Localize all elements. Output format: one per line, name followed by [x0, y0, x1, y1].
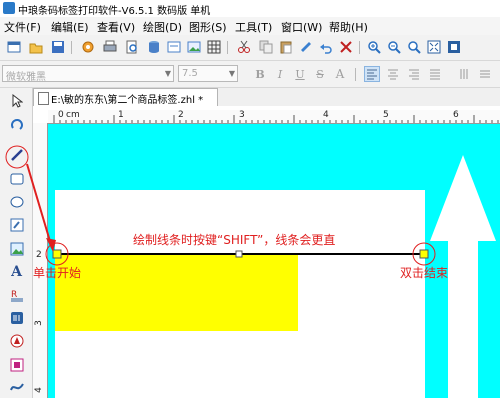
align-right-icon[interactable]	[406, 66, 422, 82]
open-folder-icon[interactable]	[28, 39, 44, 55]
menu-tools[interactable]: 工具(T)	[235, 19, 272, 35]
end-hint-annotation: 双击结束	[400, 266, 449, 280]
ruler-ticks	[53, 115, 499, 123]
zoom-actual-icon[interactable]	[406, 39, 422, 55]
zoom-out-icon[interactable]	[386, 39, 402, 55]
font-size-value: 7.5	[182, 68, 198, 79]
align-left-icon[interactable]	[364, 66, 380, 82]
format-toolbar: 微软雅黑 ▼ 7.5 ▼ B I U S A	[0, 61, 500, 88]
vertical-text-icon[interactable]	[456, 66, 472, 82]
text-tool-icon[interactable]: A	[8, 263, 25, 280]
instruction-annotation: 绘制线条时按键“SHIFT”，线条会更直	[133, 233, 336, 247]
picture-tool-icon[interactable]	[8, 240, 25, 257]
delete-icon[interactable]	[338, 39, 354, 55]
ellipse-tool-icon[interactable]	[8, 193, 25, 210]
font-name-select[interactable]: 微软雅黑 ▼	[2, 65, 174, 83]
window-title: 中琅条码标签打印软件-V6.5.1 数码版 单机	[18, 6, 211, 17]
fit-width-icon[interactable]	[446, 39, 462, 55]
copy-icon[interactable]	[258, 39, 274, 55]
start-hint-annotation: 单击开始	[33, 266, 82, 280]
rectangle-tool-icon[interactable]	[8, 170, 25, 187]
ruler-vertical: 2 3 4	[33, 123, 48, 398]
ruler-tick-label: 3	[33, 320, 44, 326]
document-tab-title: E:\敏的东东\第二个商品标签.zhl *	[51, 95, 204, 106]
qrcode-tool-icon[interactable]	[8, 332, 25, 349]
print-preview-icon[interactable]	[124, 39, 140, 55]
database-icon[interactable]	[146, 39, 162, 55]
app-logo-icon	[3, 2, 15, 14]
grid-icon[interactable]	[206, 39, 222, 55]
save-icon[interactable]	[50, 39, 66, 55]
undo-icon[interactable]	[318, 39, 334, 55]
font-size-select[interactable]: 7.5 ▼	[178, 65, 238, 82]
font-name-value: 微软雅黑	[6, 72, 46, 83]
settings-gear-icon[interactable]	[80, 39, 96, 55]
align-justify-icon[interactable]	[427, 66, 443, 82]
menu-help[interactable]: 帮助(H)	[329, 19, 368, 35]
drawing-toolbox: A R	[0, 88, 33, 398]
italic-icon[interactable]: I	[272, 66, 288, 82]
menu-draw[interactable]: 绘图(D)	[143, 19, 182, 35]
rich-text-icon[interactable]: R	[8, 286, 25, 303]
align-center-icon[interactable]	[385, 66, 401, 82]
ruler-horizontal: 0 cm 1 2 3 4 5 6	[48, 110, 500, 124]
line-tool-icon[interactable]	[8, 146, 25, 163]
text-direction-icon[interactable]	[477, 66, 493, 82]
image-icon[interactable]	[186, 39, 202, 55]
barcode-tool-icon[interactable]	[8, 309, 25, 326]
menu-edit[interactable]: 编辑(E)	[51, 19, 89, 35]
document-tab[interactable]: E:\敏的东东\第二个商品标签.zhl *	[33, 88, 218, 106]
ruler-tick-label: 4	[33, 387, 44, 393]
chevron-down-icon: ▼	[164, 69, 171, 78]
menu-window[interactable]: 窗口(W)	[281, 19, 322, 35]
rotate-tool-icon[interactable]	[8, 116, 25, 133]
menu-shape[interactable]: 图形(S)	[189, 19, 227, 35]
ruler-tick-label: 2	[36, 250, 42, 260]
table-tool-icon[interactable]	[8, 356, 25, 373]
new-file-icon[interactable]	[6, 39, 22, 55]
curve-tool-icon[interactable]	[8, 378, 25, 395]
format-painter-icon[interactable]	[298, 39, 314, 55]
print-icon[interactable]	[102, 39, 118, 55]
paste-icon[interactable]	[278, 39, 294, 55]
cut-icon[interactable]	[236, 39, 252, 55]
document-icon	[38, 92, 49, 105]
strikethrough-icon[interactable]: S	[312, 66, 328, 82]
title-bar: 中琅条码标签打印软件-V6.5.1 数码版 单机	[0, 0, 500, 17]
menu-bar: 文件(F) 编辑(E) 查看(V) 绘图(D) 图形(S) 工具(T) 窗口(W…	[0, 17, 500, 35]
select-pointer-icon[interactable]	[8, 92, 25, 109]
label-setup-icon[interactable]	[166, 39, 182, 55]
underline-icon[interactable]: U	[292, 66, 308, 82]
menu-file[interactable]: 文件(F)	[4, 19, 41, 35]
font-color-icon[interactable]: A	[332, 66, 348, 82]
main-toolbar	[0, 35, 500, 61]
fit-page-icon[interactable]	[426, 39, 442, 55]
menu-view[interactable]: 查看(V)	[97, 19, 135, 35]
bold-icon[interactable]: B	[252, 66, 268, 82]
zoom-in-icon[interactable]	[366, 39, 382, 55]
yellow-rectangle-shape[interactable]	[55, 254, 298, 331]
pen-edit-icon[interactable]	[8, 216, 25, 233]
chevron-down-icon: ▼	[228, 69, 235, 78]
